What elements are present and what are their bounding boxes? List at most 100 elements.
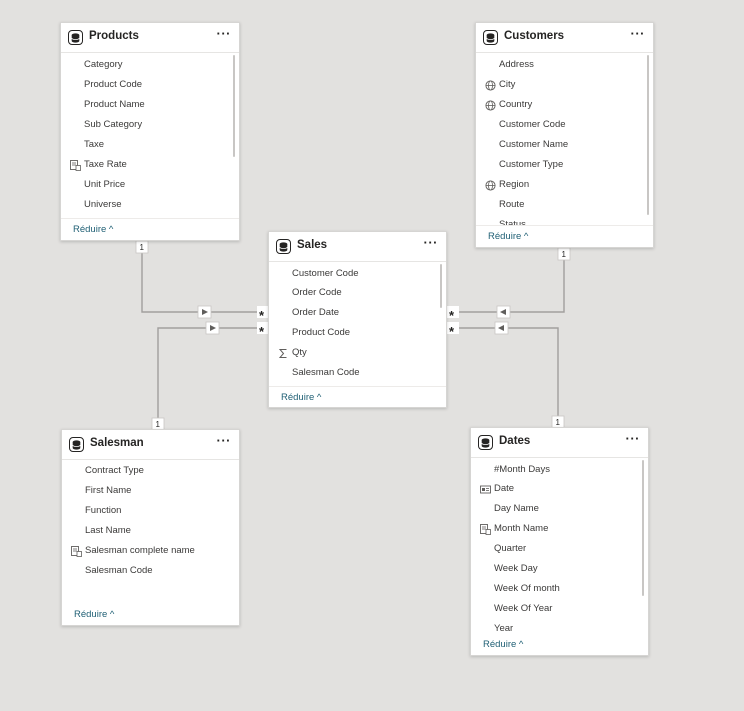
field-item[interactable]: Product Code — [61, 75, 229, 95]
table-icon — [276, 239, 291, 254]
card-header[interactable]: Customers ··· — [476, 23, 653, 53]
more-options-icon[interactable]: ··· — [424, 235, 439, 250]
field-item[interactable]: Product Name — [61, 95, 229, 115]
svg-text:1: 1 — [562, 250, 567, 259]
card-footer: Réduire ^ — [471, 634, 648, 656]
field-list[interactable]: Address City Country Customer Code Custo… — [476, 53, 653, 225]
collapse-button[interactable]: Réduire ^ — [74, 609, 114, 620]
field-item[interactable]: First Name — [62, 481, 229, 501]
field-item[interactable]: Region — [476, 175, 643, 195]
salesman-sales-line[interactable] — [157, 327, 268, 428]
field-item[interactable]: Customer Code — [269, 264, 436, 284]
field-item[interactable]: Sub Category — [61, 115, 229, 135]
field-item[interactable]: Salesman Code — [62, 561, 229, 581]
table-icon — [478, 435, 493, 450]
field-item[interactable]: Status — [476, 215, 643, 225]
field-item[interactable]: Week Of month — [471, 579, 638, 599]
field-item[interactable]: Day Name — [471, 499, 638, 519]
svg-text:1: 1 — [156, 420, 161, 429]
field-item[interactable]: Function — [62, 501, 229, 521]
scrollbar[interactable] — [233, 55, 235, 157]
arrow-right-icon — [197, 305, 212, 319]
field-list[interactable]: Customer Code Order Code Order Date Prod… — [269, 262, 446, 384]
one-marker-products: 1 — [135, 240, 149, 254]
table-icon — [483, 30, 498, 45]
card-header[interactable]: Salesman ··· — [62, 430, 239, 460]
dates-sales-line[interactable] — [447, 327, 559, 427]
many-marker-customers: * — [447, 306, 459, 323]
products-sales-line[interactable] — [141, 241, 268, 313]
field-item[interactable]: Address — [476, 55, 643, 75]
field-item[interactable]: Product Code — [269, 323, 436, 343]
table-icon — [68, 30, 83, 45]
table-title: Salesman — [90, 437, 144, 449]
field-item[interactable]: Category — [61, 55, 229, 75]
field-item[interactable]: Quarter — [471, 539, 638, 559]
field-item[interactable]: Salesman complete name — [62, 541, 229, 561]
field-list[interactable]: #Month Days Date Day Name Month Name Qua… — [471, 458, 648, 636]
arrow-right-icon — [205, 321, 220, 335]
collapse-button[interactable]: Réduire ^ — [488, 231, 528, 242]
field-item[interactable]: Week Day — [471, 559, 638, 579]
field-item[interactable]: #Month Days — [471, 460, 638, 480]
measure-calc-icon — [71, 546, 82, 557]
field-item[interactable]: Unit Price — [61, 175, 229, 195]
table-card-sales[interactable]: Sales ··· Customer Code Order Code Order… — [268, 231, 447, 408]
field-item[interactable]: Route — [476, 195, 643, 215]
svg-text:1: 1 — [556, 418, 561, 427]
globe-icon — [485, 80, 496, 91]
field-item[interactable]: Qty — [269, 343, 436, 363]
field-item[interactable]: Month Name — [471, 519, 638, 539]
collapse-button[interactable]: Réduire ^ — [483, 639, 523, 650]
field-item[interactable]: Order Date — [269, 303, 436, 323]
card-footer: Réduire ^ — [476, 225, 653, 248]
scrollbar[interactable] — [642, 460, 644, 596]
field-item[interactable]: Last Name — [62, 521, 229, 541]
more-options-icon[interactable]: ··· — [217, 433, 232, 448]
field-item[interactable]: Salesman Code — [269, 363, 436, 383]
table-card-products[interactable]: Products ··· Category Product Code Produ… — [60, 22, 240, 241]
table-title: Dates — [499, 435, 531, 447]
collapse-button[interactable]: Réduire ^ — [281, 392, 321, 403]
arrow-left-icon — [494, 321, 509, 335]
field-item[interactable]: Customer Type — [476, 155, 643, 175]
card-header[interactable]: Sales ··· — [269, 232, 446, 262]
arrow-left-icon — [496, 305, 511, 319]
field-item[interactable]: Country — [476, 95, 643, 115]
scrollbar[interactable] — [440, 264, 442, 308]
table-title: Products — [89, 30, 139, 42]
table-title: Customers — [504, 30, 565, 42]
field-item[interactable]: Universe — [61, 195, 229, 215]
calendar-icon — [480, 485, 491, 494]
many-marker-dates: * — [447, 322, 459, 339]
table-card-dates[interactable]: Dates ··· #Month Days Date Day Name Mont… — [470, 427, 649, 656]
globe-icon — [485, 180, 496, 191]
sigma-icon — [278, 349, 287, 358]
collapse-button[interactable]: Réduire ^ — [73, 224, 113, 235]
card-footer: Réduire ^ — [62, 604, 239, 626]
table-card-customers[interactable]: Customers ··· Address City Country Custo… — [475, 22, 654, 248]
card-header[interactable]: Dates ··· — [471, 428, 648, 458]
card-footer: Réduire ^ — [61, 218, 239, 241]
table-card-salesman[interactable]: Salesman ··· Contract Type First Name Fu… — [61, 429, 240, 626]
globe-icon — [485, 100, 496, 111]
customers-sales-line[interactable] — [447, 248, 565, 313]
field-item[interactable]: Contract Type — [62, 461, 229, 481]
field-item[interactable]: Order Code — [269, 283, 436, 303]
table-icon — [69, 437, 84, 452]
field-item[interactable]: City — [476, 75, 643, 95]
card-footer: Réduire ^ — [269, 386, 446, 409]
more-options-icon[interactable]: ··· — [626, 431, 641, 446]
field-item[interactable]: Customer Name — [476, 135, 643, 155]
more-options-icon[interactable]: ··· — [217, 26, 232, 41]
more-options-icon[interactable]: ··· — [631, 26, 646, 41]
field-item[interactable]: Date — [471, 479, 638, 499]
scrollbar[interactable] — [647, 55, 649, 215]
field-item[interactable]: Customer Code — [476, 115, 643, 135]
field-item[interactable]: Taxe — [61, 135, 229, 155]
field-list[interactable]: Contract Type First Name Function Last N… — [62, 460, 239, 600]
field-list[interactable]: Category Product Code Product Name Sub C… — [61, 53, 239, 215]
field-item[interactable]: Taxe Rate — [61, 155, 229, 175]
card-header[interactable]: Products ··· — [61, 23, 239, 53]
field-item[interactable]: Week Of Year — [471, 599, 638, 619]
